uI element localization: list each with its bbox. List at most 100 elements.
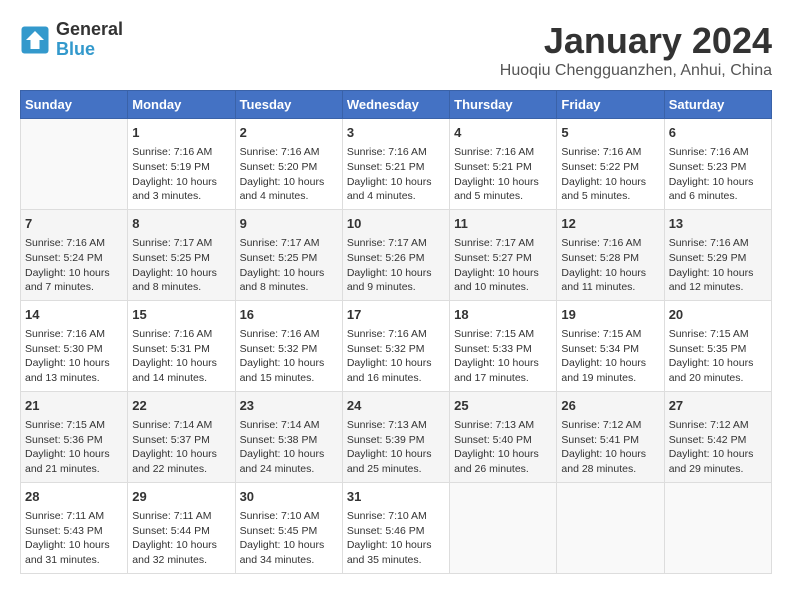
calendar-cell: 13 Sunrise: 7:16 AM Sunset: 5:29 PM Dayli… <box>664 209 771 300</box>
day-number: 17 <box>347 306 445 324</box>
day-info: Sunrise: 7:10 AM Sunset: 5:46 PM Dayligh… <box>347 509 445 568</box>
day-info: Sunrise: 7:16 AM Sunset: 5:32 PM Dayligh… <box>240 327 338 386</box>
day-info: Sunrise: 7:16 AM Sunset: 5:28 PM Dayligh… <box>561 236 659 295</box>
calendar-cell: 7 Sunrise: 7:16 AM Sunset: 5:24 PM Daylig… <box>21 209 128 300</box>
calendar-cell <box>21 119 128 210</box>
day-info: Sunrise: 7:16 AM Sunset: 5:19 PM Dayligh… <box>132 145 230 204</box>
day-info: Sunrise: 7:15 AM Sunset: 5:33 PM Dayligh… <box>454 327 552 386</box>
day-info: Sunrise: 7:15 AM Sunset: 5:35 PM Dayligh… <box>669 327 767 386</box>
day-header-tuesday: Tuesday <box>235 91 342 119</box>
calendar-cell: 20 Sunrise: 7:15 AM Sunset: 5:35 PM Dayli… <box>664 300 771 391</box>
calendar-cell: 22 Sunrise: 7:14 AM Sunset: 5:37 PM Dayli… <box>128 391 235 482</box>
day-number: 8 <box>132 215 230 233</box>
day-info: Sunrise: 7:16 AM Sunset: 5:22 PM Dayligh… <box>561 145 659 204</box>
calendar-cell: 21 Sunrise: 7:15 AM Sunset: 5:36 PM Dayli… <box>21 391 128 482</box>
day-header-friday: Friday <box>557 91 664 119</box>
day-info: Sunrise: 7:13 AM Sunset: 5:40 PM Dayligh… <box>454 418 552 477</box>
day-info: Sunrise: 7:16 AM Sunset: 5:20 PM Dayligh… <box>240 145 338 204</box>
title-section: January 2024 Huoqiu Chengguanzhen, Anhui… <box>500 20 772 80</box>
day-number: 4 <box>454 124 552 142</box>
calendar-header-row: SundayMondayTuesdayWednesdayThursdayFrid… <box>21 91 772 119</box>
logo-general-text: General <box>56 20 123 40</box>
day-info: Sunrise: 7:16 AM Sunset: 5:24 PM Dayligh… <box>25 236 123 295</box>
day-number: 30 <box>240 488 338 506</box>
day-number: 21 <box>25 397 123 415</box>
calendar-cell: 8 Sunrise: 7:17 AM Sunset: 5:25 PM Daylig… <box>128 209 235 300</box>
day-info: Sunrise: 7:16 AM Sunset: 5:23 PM Dayligh… <box>669 145 767 204</box>
calendar-cell: 18Sunrise: 7:15 AM Sunset: 5:33 PM Dayli… <box>450 300 557 391</box>
day-info: Sunrise: 7:17 AM Sunset: 5:26 PM Dayligh… <box>347 236 445 295</box>
calendar-cell: 23Sunrise: 7:14 AM Sunset: 5:38 PM Dayli… <box>235 391 342 482</box>
day-number: 3 <box>347 124 445 142</box>
day-number: 28 <box>25 488 123 506</box>
day-header-saturday: Saturday <box>664 91 771 119</box>
day-number: 15 <box>132 306 230 324</box>
day-number: 12 <box>561 215 659 233</box>
calendar-cell: 26 Sunrise: 7:12 AM Sunset: 5:41 PM Dayli… <box>557 391 664 482</box>
day-info: Sunrise: 7:16 AM Sunset: 5:29 PM Dayligh… <box>669 236 767 295</box>
day-info: Sunrise: 7:17 AM Sunset: 5:25 PM Dayligh… <box>132 236 230 295</box>
day-info: Sunrise: 7:12 AM Sunset: 5:41 PM Dayligh… <box>561 418 659 477</box>
calendar-cell: 25 Sunrise: 7:13 AM Sunset: 5:40 PM Dayli… <box>450 391 557 482</box>
day-number: 29 <box>132 488 230 506</box>
day-number: 1 <box>132 124 230 142</box>
calendar-cell: 29 Sunrise: 7:11 AM Sunset: 5:44 PM Dayli… <box>128 482 235 573</box>
calendar-title: January 2024 <box>500 20 772 62</box>
day-info: Sunrise: 7:16 AM Sunset: 5:31 PM Dayligh… <box>132 327 230 386</box>
calendar-cell: 9 Sunrise: 7:17 AM Sunset: 5:25 PM Daylig… <box>235 209 342 300</box>
day-info: Sunrise: 7:16 AM Sunset: 5:32 PM Dayligh… <box>347 327 445 386</box>
day-info: Sunrise: 7:16 AM Sunset: 5:21 PM Dayligh… <box>454 145 552 204</box>
day-info: Sunrise: 7:11 AM Sunset: 5:43 PM Dayligh… <box>25 509 123 568</box>
calendar-cell: 28 Sunrise: 7:11 AM Sunset: 5:43 PM Dayli… <box>21 482 128 573</box>
day-info: Sunrise: 7:16 AM Sunset: 5:21 PM Dayligh… <box>347 145 445 204</box>
day-info: Sunrise: 7:14 AM Sunset: 5:38 PM Dayligh… <box>240 418 338 477</box>
day-number: 9 <box>240 215 338 233</box>
day-info: Sunrise: 7:12 AM Sunset: 5:42 PM Dayligh… <box>669 418 767 477</box>
calendar-cell: 17 Sunrise: 7:16 AM Sunset: 5:32 PM Dayli… <box>342 300 449 391</box>
day-info: Sunrise: 7:17 AM Sunset: 5:25 PM Dayligh… <box>240 236 338 295</box>
calendar-cell: 4 Sunrise: 7:16 AM Sunset: 5:21 PM Daylig… <box>450 119 557 210</box>
day-number: 22 <box>132 397 230 415</box>
calendar-cell: 19 Sunrise: 7:15 AM Sunset: 5:34 PM Dayli… <box>557 300 664 391</box>
calendar-cell: 11 Sunrise: 7:17 AM Sunset: 5:27 PM Dayli… <box>450 209 557 300</box>
calendar-cell: 24Sunrise: 7:13 AM Sunset: 5:39 PM Dayli… <box>342 391 449 482</box>
day-number: 6 <box>669 124 767 142</box>
day-number: 26 <box>561 397 659 415</box>
day-number: 25 <box>454 397 552 415</box>
calendar-cell <box>557 482 664 573</box>
day-header-monday: Monday <box>128 91 235 119</box>
calendar-table: SundayMondayTuesdayWednesdayThursdayFrid… <box>20 90 772 574</box>
day-number: 20 <box>669 306 767 324</box>
calendar-cell: 10Sunrise: 7:17 AM Sunset: 5:26 PM Dayli… <box>342 209 449 300</box>
day-number: 11 <box>454 215 552 233</box>
calendar-cell: 15 Sunrise: 7:16 AM Sunset: 5:31 PM Dayli… <box>128 300 235 391</box>
day-number: 24 <box>347 397 445 415</box>
day-info: Sunrise: 7:15 AM Sunset: 5:36 PM Dayligh… <box>25 418 123 477</box>
logo: General Blue <box>20 20 123 60</box>
calendar-header: General Blue January 2024 Huoqiu Chenggu… <box>20 20 772 80</box>
calendar-cell: 2 Sunrise: 7:16 AM Sunset: 5:20 PM Daylig… <box>235 119 342 210</box>
calendar-cell: 30Sunrise: 7:10 AM Sunset: 5:45 PM Dayli… <box>235 482 342 573</box>
calendar-cell: 14 Sunrise: 7:16 AM Sunset: 5:30 PM Dayli… <box>21 300 128 391</box>
day-number: 13 <box>669 215 767 233</box>
day-number: 14 <box>25 306 123 324</box>
day-number: 19 <box>561 306 659 324</box>
calendar-cell <box>664 482 771 573</box>
day-number: 2 <box>240 124 338 142</box>
day-info: Sunrise: 7:16 AM Sunset: 5:30 PM Dayligh… <box>25 327 123 386</box>
day-number: 5 <box>561 124 659 142</box>
day-info: Sunrise: 7:15 AM Sunset: 5:34 PM Dayligh… <box>561 327 659 386</box>
calendar-cell: 1 Sunrise: 7:16 AM Sunset: 5:19 PM Daylig… <box>128 119 235 210</box>
calendar-cell: 3 Sunrise: 7:16 AM Sunset: 5:21 PM Daylig… <box>342 119 449 210</box>
day-info: Sunrise: 7:14 AM Sunset: 5:37 PM Dayligh… <box>132 418 230 477</box>
calendar-cell: 6 Sunrise: 7:16 AM Sunset: 5:23 PM Daylig… <box>664 119 771 210</box>
day-info: Sunrise: 7:17 AM Sunset: 5:27 PM Dayligh… <box>454 236 552 295</box>
calendar-cell: 12 Sunrise: 7:16 AM Sunset: 5:28 PM Dayli… <box>557 209 664 300</box>
day-number: 7 <box>25 215 123 233</box>
day-header-sunday: Sunday <box>21 91 128 119</box>
calendar-cell: 31Sunrise: 7:10 AM Sunset: 5:46 PM Dayli… <box>342 482 449 573</box>
calendar-cell: 27Sunrise: 7:12 AM Sunset: 5:42 PM Dayli… <box>664 391 771 482</box>
day-header-thursday: Thursday <box>450 91 557 119</box>
day-info: Sunrise: 7:11 AM Sunset: 5:44 PM Dayligh… <box>132 509 230 568</box>
calendar-cell: 5 Sunrise: 7:16 AM Sunset: 5:22 PM Daylig… <box>557 119 664 210</box>
